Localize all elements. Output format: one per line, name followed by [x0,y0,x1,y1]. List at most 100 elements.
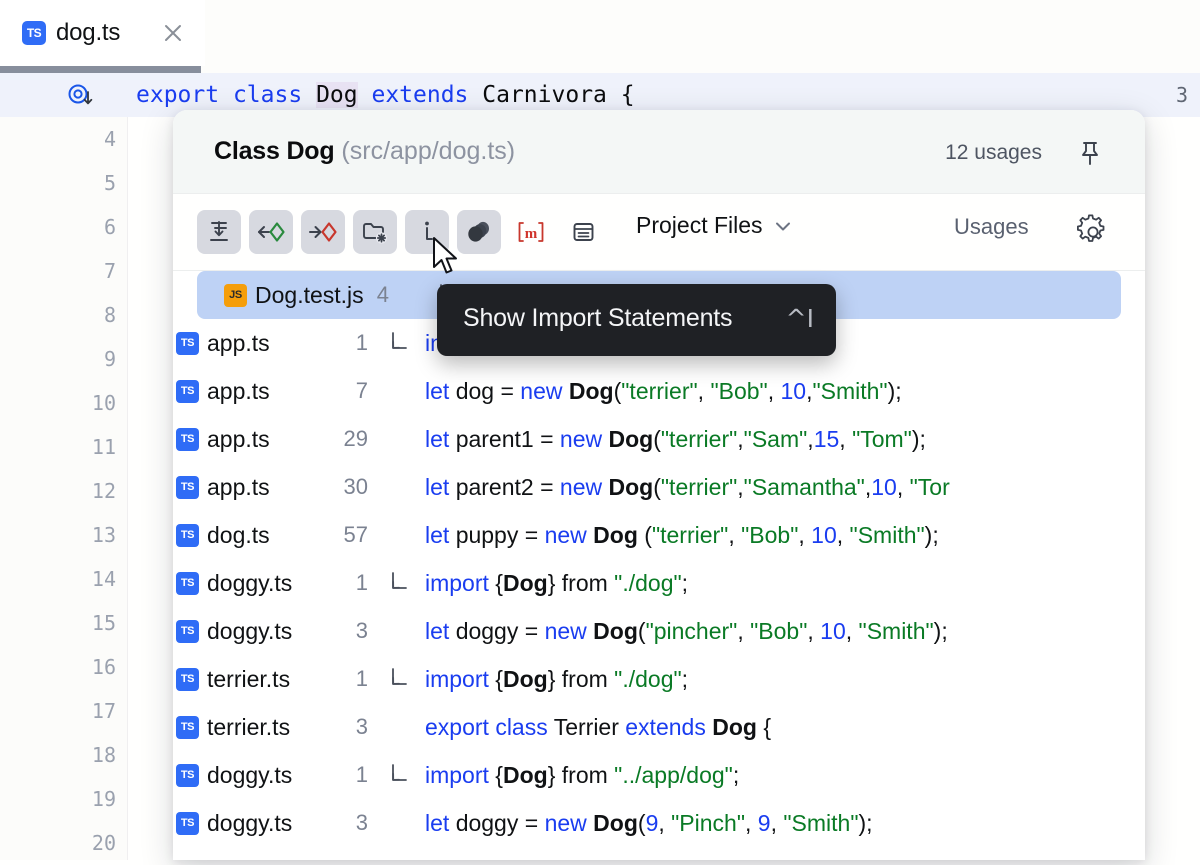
gutter-line-number[interactable]: 11 [0,425,128,469]
usage-file-name: app.ts [207,474,270,501]
typescript-file-icon: TS [176,332,199,355]
usage-row[interactable]: TSdoggy.ts3let doggy = new Dog(9, "Pinch… [173,799,1145,847]
module-marker-button[interactable]: m [509,210,553,254]
code-token: 10 [820,618,846,644]
usage-row[interactable]: TSdoggy.ts3let doggy = new Dog("pincher"… [173,607,1145,655]
mouse-cursor-icon [432,236,462,278]
usage-line-number: 1 [338,330,368,356]
usage-row[interactable]: TSdog.ts57let puppy = new Dog ("terrier"… [173,511,1145,559]
gutter-line-number[interactable]: 10 [0,381,128,425]
show-read-access-button[interactable] [249,210,293,254]
usages-scope-label[interactable]: Usages [954,214,1029,240]
code-token: "Tom" [852,426,912,452]
tooltip-shortcut: ^I [786,304,814,333]
code-token: let [425,810,456,836]
code-token: let [425,474,456,500]
svg-text:m: m [525,226,538,242]
import-arrow-icon [389,763,411,792]
usage-row[interactable]: TSterrier.ts3export class Terrier extend… [173,703,1145,751]
editor-horizontal-scrollbar[interactable] [0,66,201,73]
typescript-file-icon: TS [176,812,199,835]
find-usages-popup: Class Dog (src/app/dog.ts) 12 usages [173,110,1145,860]
usage-file-name: app.ts [207,378,270,405]
gutter-line-number[interactable]: 14 [0,557,128,601]
show-write-access-button[interactable] [301,210,345,254]
popup-title-path: (src/app/dog.ts) [341,137,515,165]
gutter-line-number[interactable]: 20 [0,821,128,865]
gutter-line-number[interactable]: 6 [0,205,128,249]
usage-file-name: terrier.ts [207,666,290,693]
show-import-statements-group-button[interactable] [353,210,397,254]
implementations-gutter-icon[interactable] [67,83,95,109]
code-token: let [425,378,456,404]
gear-icon[interactable] [1073,212,1113,252]
read-access-diamond-icon [256,218,286,246]
code-token: Dog [569,378,614,404]
code-token: 9 [758,810,771,836]
gutter-line-number[interactable]: 13 [0,513,128,557]
usage-row[interactable]: TSapp.ts7let dog = new Dog("terrier", "B… [173,367,1145,415]
pin-icon[interactable] [1075,138,1105,168]
usage-code-snippet: let parent1 = new Dog("terrier","Sam",15… [425,426,926,453]
usages-results-list[interactable]: JSDog.test.js4import {TSapp.ts1import {D… [173,271,1145,860]
code-token: , [768,378,781,404]
code-token: ); [888,378,902,404]
gutter-line-number[interactable]: 15 [0,601,128,645]
typescript-file-icon: TS [22,21,46,45]
usage-row[interactable]: TSapp.ts29let parent1 = new Dog("terrier… [173,415,1145,463]
code-token: , [771,810,784,836]
code-token: Dog [593,522,638,548]
gutter-line-number[interactable]: 19 [0,777,128,821]
usage-row[interactable]: TSapp.ts30let parent2 = new Dog("terrier… [173,463,1145,511]
gutter-line-number[interactable]: 12 [0,469,128,513]
usage-row[interactable]: TSdoggy.ts1import {Dog} from "./dog"; [173,559,1145,607]
usage-line-number: 30 [338,474,368,500]
code-token: import [425,570,495,596]
code-token: doggy = [456,618,545,644]
code-token: , [728,522,741,548]
code-token: , [658,810,671,836]
close-icon[interactable] [160,20,186,46]
gutter-line-number[interactable]: 16 [0,645,128,689]
import-arrow-icon [389,667,411,696]
code-token: ( [653,426,661,452]
code-token: new [545,522,594,548]
gutter-line-number[interactable]: 17 [0,689,128,733]
code-token: , [745,810,758,836]
code-token: } [548,666,562,692]
line-number-label: 18 [92,743,116,767]
code-token: ; [682,666,688,692]
code-token: Dog [712,714,757,740]
preview-button[interactable] [561,210,605,254]
usage-line-number: 3 [338,714,368,740]
code-token: } [548,570,562,596]
code-token: "Smith" [812,378,887,404]
gutter-line-number[interactable]: 9 [0,337,128,381]
gutter-line-number[interactable]: 8 [0,293,128,337]
code-token: import [425,666,495,692]
expand-all-button[interactable] [197,210,241,254]
usage-file-name: dog.ts [207,522,270,549]
usage-line-number: 1 [338,762,368,788]
usage-row[interactable]: TSdoggy.ts1import {Dog} from "../app/dog… [173,751,1145,799]
gutter-line-number[interactable]: 5 [0,161,128,205]
line-number-label: 17 [92,699,116,723]
usage-file-name: doggy.ts [207,810,292,837]
usage-file-name: Dog.test.js [255,282,364,309]
usage-row[interactable]: TSterrier.ts1import {Dog} from "./dog"; [173,655,1145,703]
usage-code-snippet: import {Dog} from "./dog"; [425,666,688,693]
gutter-line-number[interactable]: 7 [0,249,128,293]
code-token: 15 [814,426,840,452]
code-token: Dog [503,762,548,788]
line-number-label: 8 [104,303,116,327]
filter-button[interactable] [457,210,501,254]
gutter-line-number[interactable]: 18 [0,733,128,777]
line-number-label: 11 [92,435,116,459]
tooltip: Show Import Statements ^I [437,284,836,356]
group-by-selector[interactable]: Project Files [636,212,794,239]
code-token: "Bob" [710,378,767,404]
gutter-line-number[interactable]: 4 [0,117,128,161]
usage-file-name: app.ts [207,426,270,453]
code-token: Terrier [554,714,626,740]
code-token: new [560,474,609,500]
